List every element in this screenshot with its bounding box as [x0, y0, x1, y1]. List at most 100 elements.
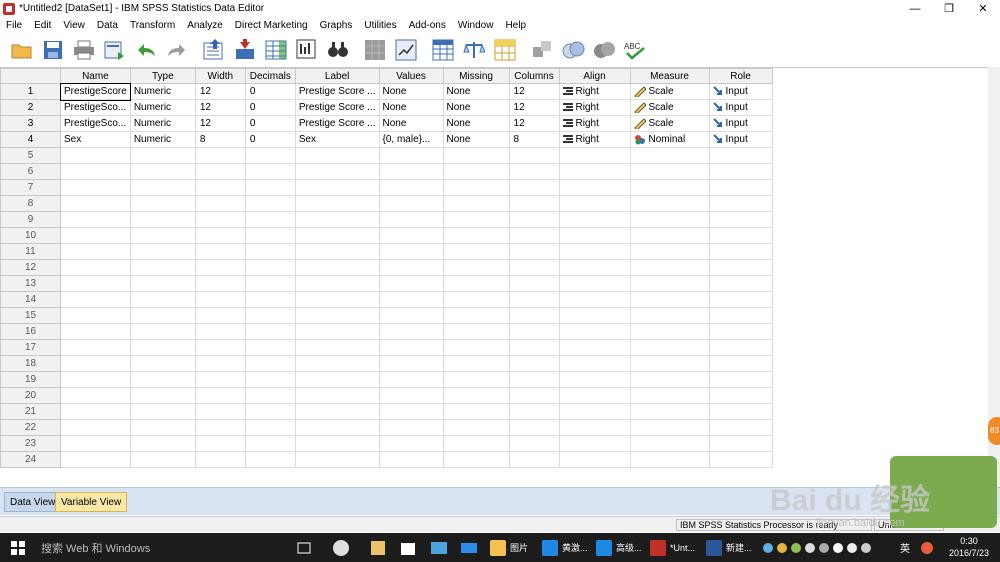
app-pinned-2-icon[interactable] [369, 533, 387, 562]
taskbar-clock[interactable]: 0:30 2016/7/23 [944, 535, 994, 559]
cell-type[interactable] [129, 291, 196, 308]
cell-role[interactable] [708, 227, 773, 244]
cell-columns[interactable] [508, 147, 560, 164]
cell-decimals[interactable]: 0 [244, 99, 296, 116]
row-number[interactable]: 9 [0, 211, 61, 228]
menu-view[interactable]: View [57, 20, 91, 31]
cell-label[interactable] [294, 163, 380, 180]
cell-columns[interactable] [508, 195, 560, 212]
cell-label[interactable] [294, 355, 380, 372]
cell-missing[interactable] [442, 179, 510, 196]
taskbar-search-input[interactable]: 搜索 Web 和 Windows [36, 533, 286, 562]
cell-missing[interactable] [442, 243, 510, 260]
store-icon[interactable] [399, 533, 417, 562]
cell-missing[interactable] [442, 387, 510, 404]
row-number[interactable]: 2 [0, 99, 61, 116]
cell-decimals[interactable] [244, 163, 296, 180]
undo-icon[interactable] [132, 37, 159, 63]
cell-align[interactable] [558, 307, 631, 324]
cell-align[interactable] [558, 275, 631, 292]
goto-variable-icon[interactable] [231, 37, 258, 63]
cell-role[interactable] [708, 371, 773, 388]
cell-columns[interactable] [508, 211, 560, 228]
row-number[interactable]: 14 [0, 291, 61, 308]
cell-type[interactable] [129, 403, 196, 420]
cell-columns[interactable] [508, 259, 560, 276]
cell-label[interactable] [294, 387, 380, 404]
app-pinned-4-icon[interactable] [460, 533, 478, 562]
floating-assistant-icon[interactable]: 83 [988, 417, 1000, 445]
cell-name[interactable] [60, 403, 131, 420]
cell-type[interactable] [129, 195, 196, 212]
cell-role[interactable] [708, 211, 773, 228]
cell-columns[interactable] [508, 163, 560, 180]
cell-name[interactable] [60, 179, 131, 196]
cell-decimals[interactable] [244, 323, 296, 340]
cell-align[interactable] [558, 179, 631, 196]
cell-values[interactable] [378, 227, 444, 244]
cell-width[interactable] [194, 243, 246, 260]
row-number[interactable]: 20 [0, 387, 61, 404]
cell-role[interactable]: Input [708, 83, 773, 100]
spell-check-icon[interactable]: ABC [621, 37, 648, 63]
cell-name[interactable] [60, 307, 131, 324]
cell-align[interactable] [558, 163, 631, 180]
cell-values[interactable] [378, 355, 444, 372]
cell-width[interactable] [194, 419, 246, 436]
cell-label[interactable] [294, 307, 380, 324]
cell-type[interactable] [129, 275, 196, 292]
cell-missing[interactable] [442, 147, 510, 164]
cell-measure[interactable] [629, 243, 710, 260]
cell-label[interactable] [294, 323, 380, 340]
show-all-icon[interactable] [590, 37, 617, 63]
cell-type[interactable] [129, 323, 196, 340]
cell-width[interactable] [194, 387, 246, 404]
cell-width[interactable] [194, 323, 246, 340]
cell-measure[interactable] [629, 275, 710, 292]
cell-measure[interactable] [629, 323, 710, 340]
menu-direct-marketing[interactable]: Direct Marketing [229, 20, 314, 31]
cell-measure[interactable] [629, 195, 710, 212]
cell-columns[interactable]: 8 [508, 131, 560, 148]
cell-measure[interactable] [629, 259, 710, 276]
cell-width[interactable] [194, 211, 246, 228]
cell-measure[interactable] [629, 387, 710, 404]
cell-measure[interactable] [629, 227, 710, 244]
cell-decimals[interactable] [244, 403, 296, 420]
cell-columns[interactable] [508, 275, 560, 292]
cell-values[interactable] [378, 403, 444, 420]
cell-values[interactable] [378, 451, 444, 468]
variables-icon[interactable] [262, 37, 289, 63]
taskbar-app[interactable]: 黄激... [542, 533, 588, 562]
cell-role[interactable] [708, 419, 773, 436]
cell-width[interactable] [194, 451, 246, 468]
cell-values[interactable] [378, 371, 444, 388]
cell-name[interactable] [60, 451, 131, 468]
cell-columns[interactable] [508, 387, 560, 404]
tab-variable-view[interactable]: Variable View [55, 492, 128, 512]
cell-name[interactable] [60, 163, 131, 180]
col-header-width[interactable]: Width [194, 68, 246, 84]
cell-label[interactable] [294, 435, 380, 452]
cell-role[interactable] [708, 291, 773, 308]
cell-width[interactable] [194, 259, 246, 276]
cell-label[interactable] [294, 179, 380, 196]
cell-width[interactable] [194, 291, 246, 308]
cell-missing[interactable] [442, 323, 510, 340]
cell-values[interactable]: None [378, 99, 444, 116]
cell-width[interactable] [194, 163, 246, 180]
cell-decimals[interactable] [244, 179, 296, 196]
cell-values[interactable] [378, 147, 444, 164]
col-header-columns[interactable]: Columns [508, 68, 560, 84]
menu-transform[interactable]: Transform [124, 20, 181, 31]
cell-width[interactable] [194, 179, 246, 196]
cell-align[interactable] [558, 195, 631, 212]
cell-measure[interactable]: Scale [629, 115, 710, 132]
maximize-button[interactable]: ❐ [932, 0, 966, 17]
cell-measure[interactable] [629, 211, 710, 228]
row-number[interactable]: 24 [0, 451, 61, 468]
cell-values[interactable] [378, 339, 444, 356]
cell-width[interactable] [194, 147, 246, 164]
cell-type[interactable] [129, 211, 196, 228]
menu-window[interactable]: Window [452, 20, 500, 31]
